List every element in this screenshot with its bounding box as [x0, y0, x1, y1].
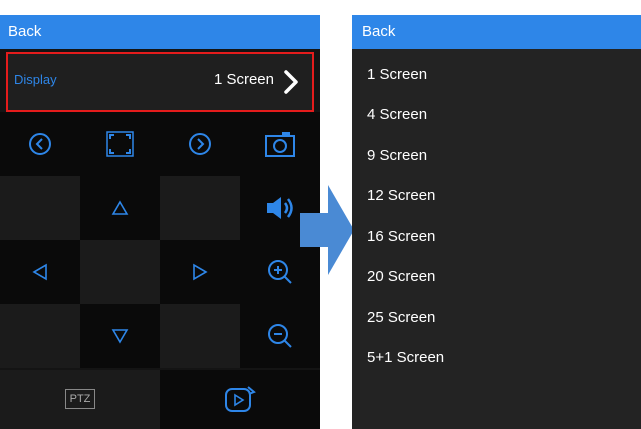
pan-right-button[interactable]: [160, 240, 240, 304]
fullscreen-button[interactable]: [80, 112, 160, 176]
empty-cell: [80, 240, 160, 304]
triangle-left-icon: [32, 263, 47, 281]
back-button[interactable]: Back: [0, 15, 320, 49]
option-20-screen[interactable]: 20 Screen: [352, 257, 641, 297]
pan-up-button[interactable]: [80, 176, 160, 240]
option-4-screen[interactable]: 4 Screen: [352, 95, 641, 135]
zoom-out-button[interactable]: [240, 304, 320, 368]
fullscreen-icon: [106, 131, 134, 157]
ptz-button[interactable]: PTZ: [0, 370, 160, 429]
previous-button[interactable]: [0, 112, 80, 176]
option-12-screen[interactable]: 12 Screen: [352, 176, 641, 216]
triangle-up-icon: [111, 200, 129, 215]
screen-layout-list-panel: Back 1 Screen 4 Screen 9 Screen 12 Scree…: [352, 15, 641, 429]
ptz-icon: PTZ: [65, 389, 95, 409]
empty-cell: [0, 176, 80, 240]
option-9-screen[interactable]: 9 Screen: [352, 136, 641, 176]
zoom-out-icon: [268, 324, 292, 348]
empty-cell: [0, 304, 80, 368]
option-5plus1-screen[interactable]: 5+1 Screen: [352, 338, 641, 378]
triangle-down-icon: [111, 329, 129, 344]
chevron-left-circle-icon: [29, 133, 51, 155]
chevron-right-icon: [284, 70, 298, 94]
pan-left-button[interactable]: [0, 240, 80, 304]
next-button[interactable]: [160, 112, 240, 176]
pan-down-button[interactable]: [80, 304, 160, 368]
arrow-right-icon: [300, 185, 354, 275]
triangle-right-icon: [193, 263, 208, 281]
option-25-screen[interactable]: 25 Screen: [352, 298, 641, 338]
empty-cell: [160, 304, 240, 368]
speaker-icon: [267, 197, 293, 219]
display-setting-row[interactable]: Display 1 Screen: [6, 52, 314, 112]
chevron-right-circle-icon: [189, 133, 211, 155]
display-label: Display: [14, 72, 57, 87]
playback-icon: [225, 386, 256, 412]
snapshot-button[interactable]: [240, 112, 320, 176]
zoom-in-icon: [268, 260, 292, 284]
back-button[interactable]: Back: [352, 15, 641, 49]
live-view-settings-panel: Back Display 1 Screen PTZ: [0, 15, 320, 429]
option-1-screen[interactable]: 1 Screen: [352, 55, 641, 95]
option-16-screen[interactable]: 16 Screen: [352, 217, 641, 257]
display-value: 1 Screen: [213, 71, 274, 88]
empty-cell: [160, 176, 240, 240]
camera-icon: [265, 132, 295, 157]
playback-button[interactable]: [160, 370, 320, 429]
